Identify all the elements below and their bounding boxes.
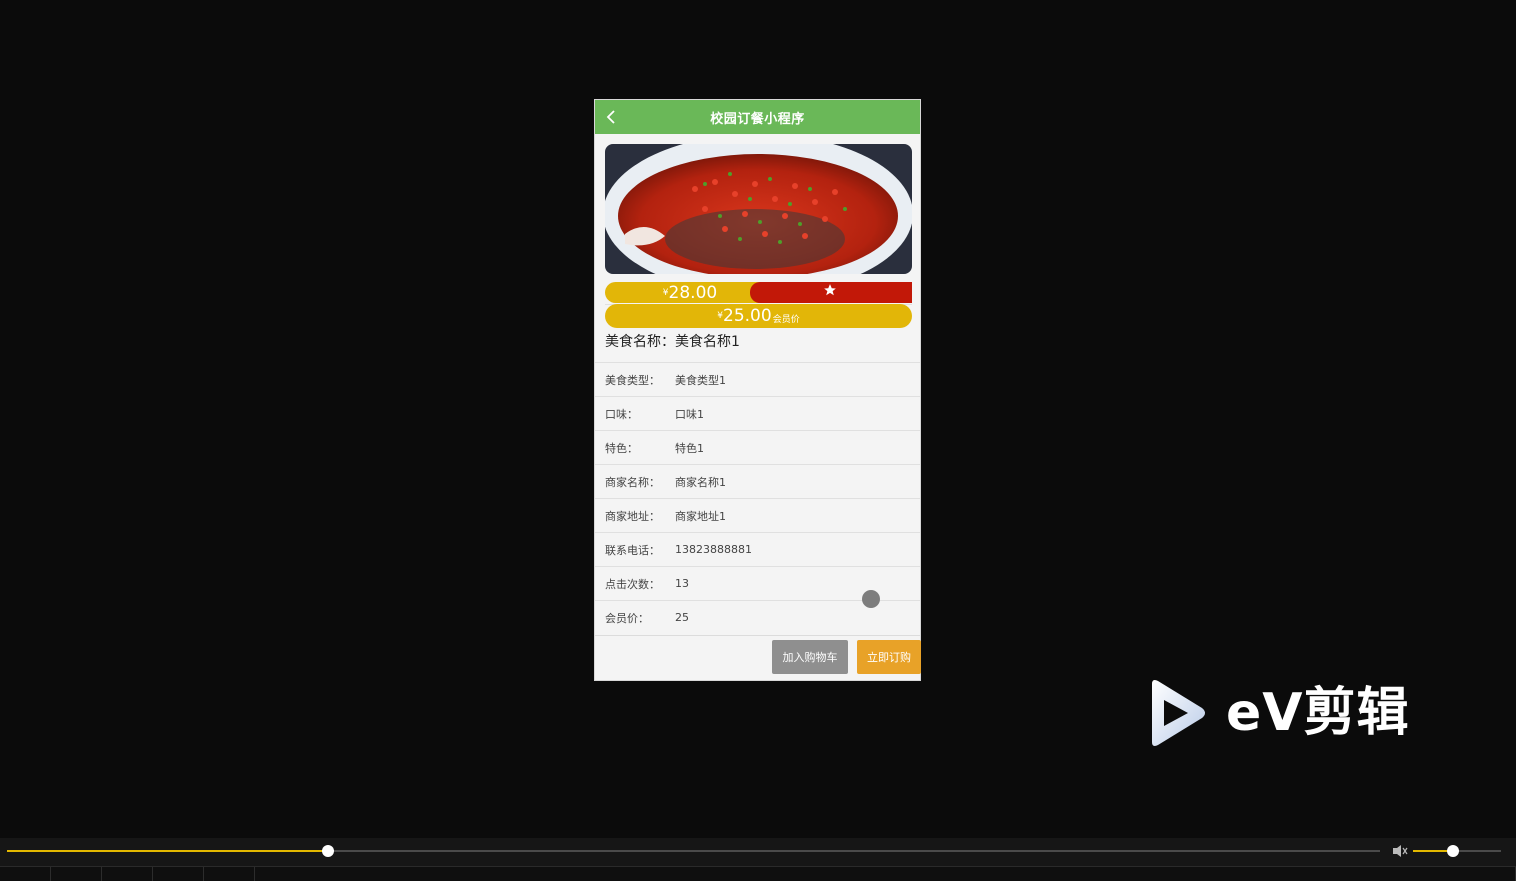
favorite-button[interactable] xyxy=(750,282,912,303)
cursor-indicator xyxy=(862,590,880,608)
attribute-label: 美食类型： xyxy=(605,373,660,387)
star-icon xyxy=(824,284,836,296)
attribute-label: 联系电话： xyxy=(605,543,660,557)
member-price-pill: ¥ 25.00 会员价 xyxy=(605,304,912,328)
action-bar: 加入购物车 立即订购 xyxy=(595,635,921,680)
attribute-row: 联系电话： 13823888881 xyxy=(595,532,920,566)
attribute-label: 点击次数： xyxy=(605,577,660,591)
timeline-segment xyxy=(51,867,102,881)
play-logo-icon xyxy=(1152,680,1205,746)
price-value: 28.00 xyxy=(668,282,718,303)
volume-slider[interactable] xyxy=(1413,845,1501,857)
video-player-bar xyxy=(0,838,1516,881)
attribute-label: 会员价： xyxy=(605,611,649,625)
progress-fill xyxy=(7,850,329,852)
attribute-value: 特色1 xyxy=(675,441,704,455)
timeline-segment xyxy=(1464,867,1516,881)
attribute-value: 商家名称1 xyxy=(675,475,726,489)
timeline-segment xyxy=(0,867,51,881)
attribute-row: 特色： 特色1 xyxy=(595,430,920,464)
timeline-strip xyxy=(0,866,1516,881)
attribute-row: 口味： 口味1 xyxy=(595,396,920,430)
attribute-label: 商家名称： xyxy=(605,475,660,489)
progress-track[interactable] xyxy=(7,845,1380,857)
attribute-value: 口味1 xyxy=(675,407,704,421)
attribute-label: 特色： xyxy=(605,441,638,455)
nav-header: 校园订餐小程序 xyxy=(595,100,920,134)
timeline-segment xyxy=(204,867,255,881)
food-name-row: 美食名称：美食名称1 xyxy=(605,332,915,362)
volume-icon[interactable] xyxy=(1392,844,1408,858)
attribute-value: 25 xyxy=(675,611,689,624)
watermark: eV剪辑 xyxy=(1146,678,1446,748)
buy-now-button[interactable]: 立即订购 xyxy=(857,640,921,674)
volume-handle[interactable] xyxy=(1446,845,1459,857)
price-row: ¥ 28.00 xyxy=(605,282,912,305)
watermark-text: eV剪辑 xyxy=(1226,683,1410,743)
attribute-value: 13823888881 xyxy=(675,543,752,556)
attribute-row: 商家名称： 商家名称1 xyxy=(595,464,920,498)
back-arrow-icon[interactable] xyxy=(605,109,619,125)
progress-handle[interactable] xyxy=(322,845,335,857)
food-image xyxy=(605,144,912,274)
food-name-label: 美食名称： xyxy=(605,334,675,350)
attribute-label: 商家地址： xyxy=(605,509,660,523)
attribute-row: 美食类型： 美食类型1 xyxy=(595,362,920,396)
attribute-label: 口味： xyxy=(605,407,638,421)
timeline-segment xyxy=(153,867,204,881)
page-title: 校园订餐小程序 xyxy=(710,111,805,127)
food-name-value: 美食名称1 xyxy=(675,334,740,350)
timeline-segment xyxy=(102,867,153,881)
attribute-value: 美食类型1 xyxy=(675,373,726,387)
add-to-cart-button[interactable]: 加入购物车 xyxy=(772,640,848,674)
attribute-value: 商家地址1 xyxy=(675,509,726,523)
attribute-row: 商家地址： 商家地址1 xyxy=(595,498,920,532)
attribute-value: 13 xyxy=(675,577,689,590)
member-price-value: 25.00 xyxy=(723,306,772,326)
member-price-unit: 会员价 xyxy=(772,315,800,325)
